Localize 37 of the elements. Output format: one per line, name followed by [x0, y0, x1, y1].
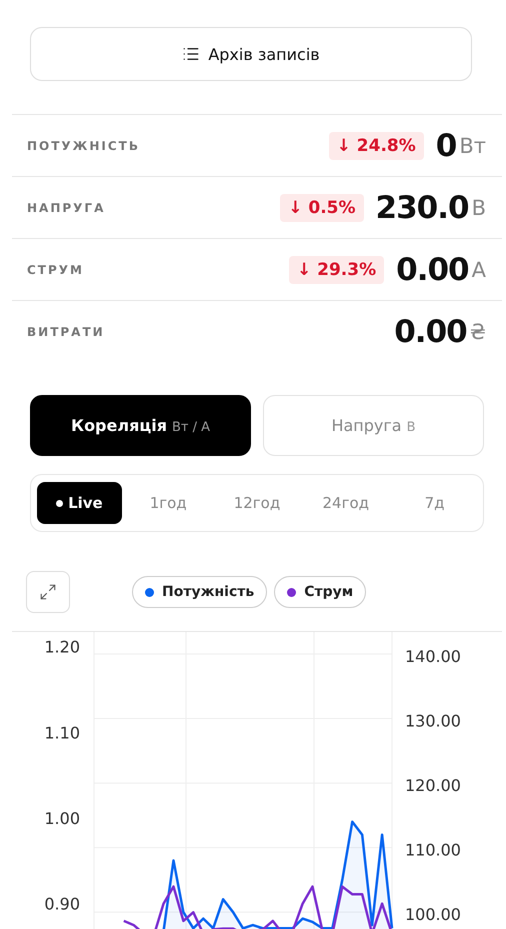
- metric-value: 230.0: [376, 190, 469, 226]
- range-tab[interactable]: Live: [37, 482, 122, 524]
- range-tab[interactable]: 7д: [392, 482, 477, 524]
- axis-label: 100.00: [405, 905, 461, 924]
- change-badge: ↓ 24.8%: [328, 132, 424, 160]
- chart-tab[interactable]: Напруга В: [263, 395, 484, 456]
- expand-icon: [39, 583, 57, 601]
- metric-unit: В: [472, 196, 486, 220]
- metric-label: ВИТРАТИ: [27, 324, 106, 338]
- metric-label: СТРУМ: [27, 262, 85, 276]
- axis-label: 1.00: [44, 809, 80, 828]
- metric-label: НАПРУГА: [27, 200, 106, 214]
- axis-label: 130.00: [405, 712, 461, 730]
- axis-label: 0.90: [44, 894, 80, 914]
- metric-unit: Вт: [459, 134, 486, 158]
- axis-label: 1.10: [44, 723, 80, 742]
- range-tab[interactable]: 1год: [126, 482, 211, 524]
- change-badge: ↓ 0.5%: [280, 194, 364, 222]
- axis-label: 1.20: [44, 638, 80, 657]
- metric-value: 0: [436, 128, 456, 164]
- metric-unit: ₴: [470, 320, 486, 344]
- legend-item[interactable]: Потужність: [132, 576, 268, 608]
- range-tab[interactable]: 24год: [303, 482, 388, 524]
- axis-label: 120.00: [405, 776, 461, 796]
- change-badge: ↓ 29.3%: [288, 256, 384, 284]
- expand-button[interactable]: [26, 571, 70, 613]
- metric-unit: А: [472, 258, 486, 282]
- metric-label: ПОТУЖНІСТЬ: [27, 138, 142, 152]
- chart-tab[interactable]: Кореляція Вт / А: [30, 395, 251, 456]
- axis-label: 110.00: [405, 840, 461, 860]
- axis-label: 140.00: [405, 646, 461, 666]
- archive-button[interactable]: Архів записів: [30, 27, 472, 81]
- legend-item[interactable]: Струм: [274, 576, 366, 608]
- metric-value: 0.00: [394, 314, 467, 350]
- list-icon: [182, 45, 200, 63]
- metric-value: 0.00: [396, 252, 469, 288]
- range-tab[interactable]: 12год: [214, 482, 300, 524]
